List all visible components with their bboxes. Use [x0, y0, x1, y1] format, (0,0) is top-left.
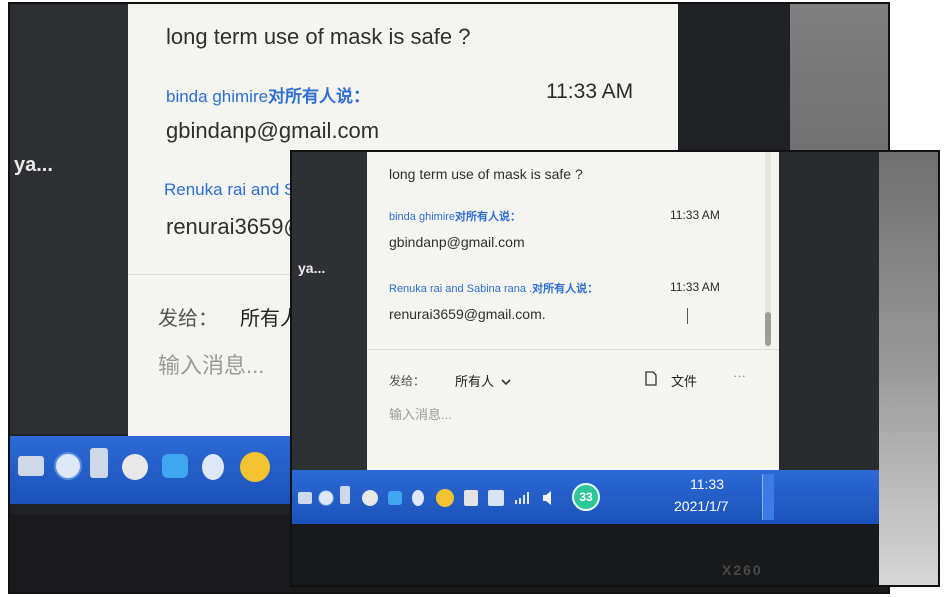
help-icon[interactable]	[318, 490, 334, 506]
display-icon[interactable]	[488, 490, 504, 506]
recipient-dropdown[interactable]: 所有人	[455, 371, 511, 390]
message-text: renurai3659@	[166, 214, 306, 239]
message-time: 11:33 AM	[670, 280, 720, 294]
message-sender: binda ghimire对所有人说：	[166, 87, 371, 106]
network-icon[interactable]	[90, 448, 108, 478]
message-sender: binda ghimire对所有人说：	[389, 211, 522, 223]
folder-icon[interactable]	[18, 456, 44, 476]
taskbar: 33 11:33 2021/1/7	[292, 470, 879, 524]
participants-panel	[10, 4, 128, 434]
file-icon[interactable]	[645, 371, 657, 386]
message-input[interactable]: 输入消息...	[158, 348, 264, 380]
chevron-down-icon	[501, 379, 511, 386]
file-button[interactable]: 文件	[671, 371, 697, 390]
message-sender: Renuka rai and Sabina rana .对所有人说：	[389, 283, 599, 295]
help-icon[interactable]	[54, 452, 82, 480]
monitor-screen	[779, 152, 879, 470]
show-desktop-button[interactable]	[762, 474, 774, 520]
folder-icon[interactable]	[298, 492, 312, 504]
app-tray-icon[interactable]	[436, 489, 454, 507]
message-sender: Renuka rai and S	[164, 180, 296, 199]
message-input[interactable]: 输入消息...	[389, 404, 452, 423]
more-button[interactable]: ···	[733, 368, 746, 383]
bluetooth-icon[interactable]	[412, 490, 424, 506]
volume-icon[interactable]	[542, 490, 556, 506]
signal-icon[interactable]	[514, 492, 530, 504]
participant-name: ya...	[298, 260, 326, 276]
clipboard-icon[interactable]	[464, 490, 478, 506]
monitor-bezel	[292, 524, 879, 585]
message-text: gbindanp@gmail.com	[389, 234, 525, 250]
app-tray-icon[interactable]	[240, 452, 270, 482]
message-text: long term use of mask is safe ?	[389, 166, 583, 182]
scrollbar-thumb[interactable]	[765, 312, 771, 346]
message-time: 11:33 AM	[546, 80, 634, 103]
message-text: gbindanp@gmail.com	[166, 118, 380, 143]
zoomed-photo: ya... long term use of mask is safe ? bi…	[290, 150, 940, 587]
chat-panel: long term use of mask is safe ? binda gh…	[367, 152, 779, 470]
qq-penguin-icon[interactable]	[362, 490, 378, 506]
recipient-label: 发给：	[389, 374, 426, 388]
bluetooth-icon[interactable]	[202, 454, 224, 480]
recipient-label: 发给：	[158, 308, 218, 330]
participants-panel	[292, 152, 367, 470]
text-cursor-icon	[687, 308, 688, 324]
notification-badge[interactable]: 33	[572, 483, 600, 511]
network-icon[interactable]	[340, 486, 350, 504]
message-time: 11:33 AM	[670, 208, 720, 222]
desk-background	[879, 152, 938, 585]
qq-penguin-icon[interactable]	[122, 454, 148, 480]
message-text: renurai3659@gmail.com.	[389, 306, 546, 322]
clock-time[interactable]: 11:33	[690, 476, 724, 492]
clock-date[interactable]: 2021/1/7	[674, 498, 729, 514]
compose-divider	[367, 349, 779, 350]
message-text: long term use of mask is safe ?	[166, 24, 471, 49]
monitor-model-label: X260	[722, 562, 763, 578]
meeting-icon[interactable]	[388, 491, 402, 505]
meeting-icon[interactable]	[162, 454, 188, 478]
participant-name: ya...	[14, 154, 53, 176]
